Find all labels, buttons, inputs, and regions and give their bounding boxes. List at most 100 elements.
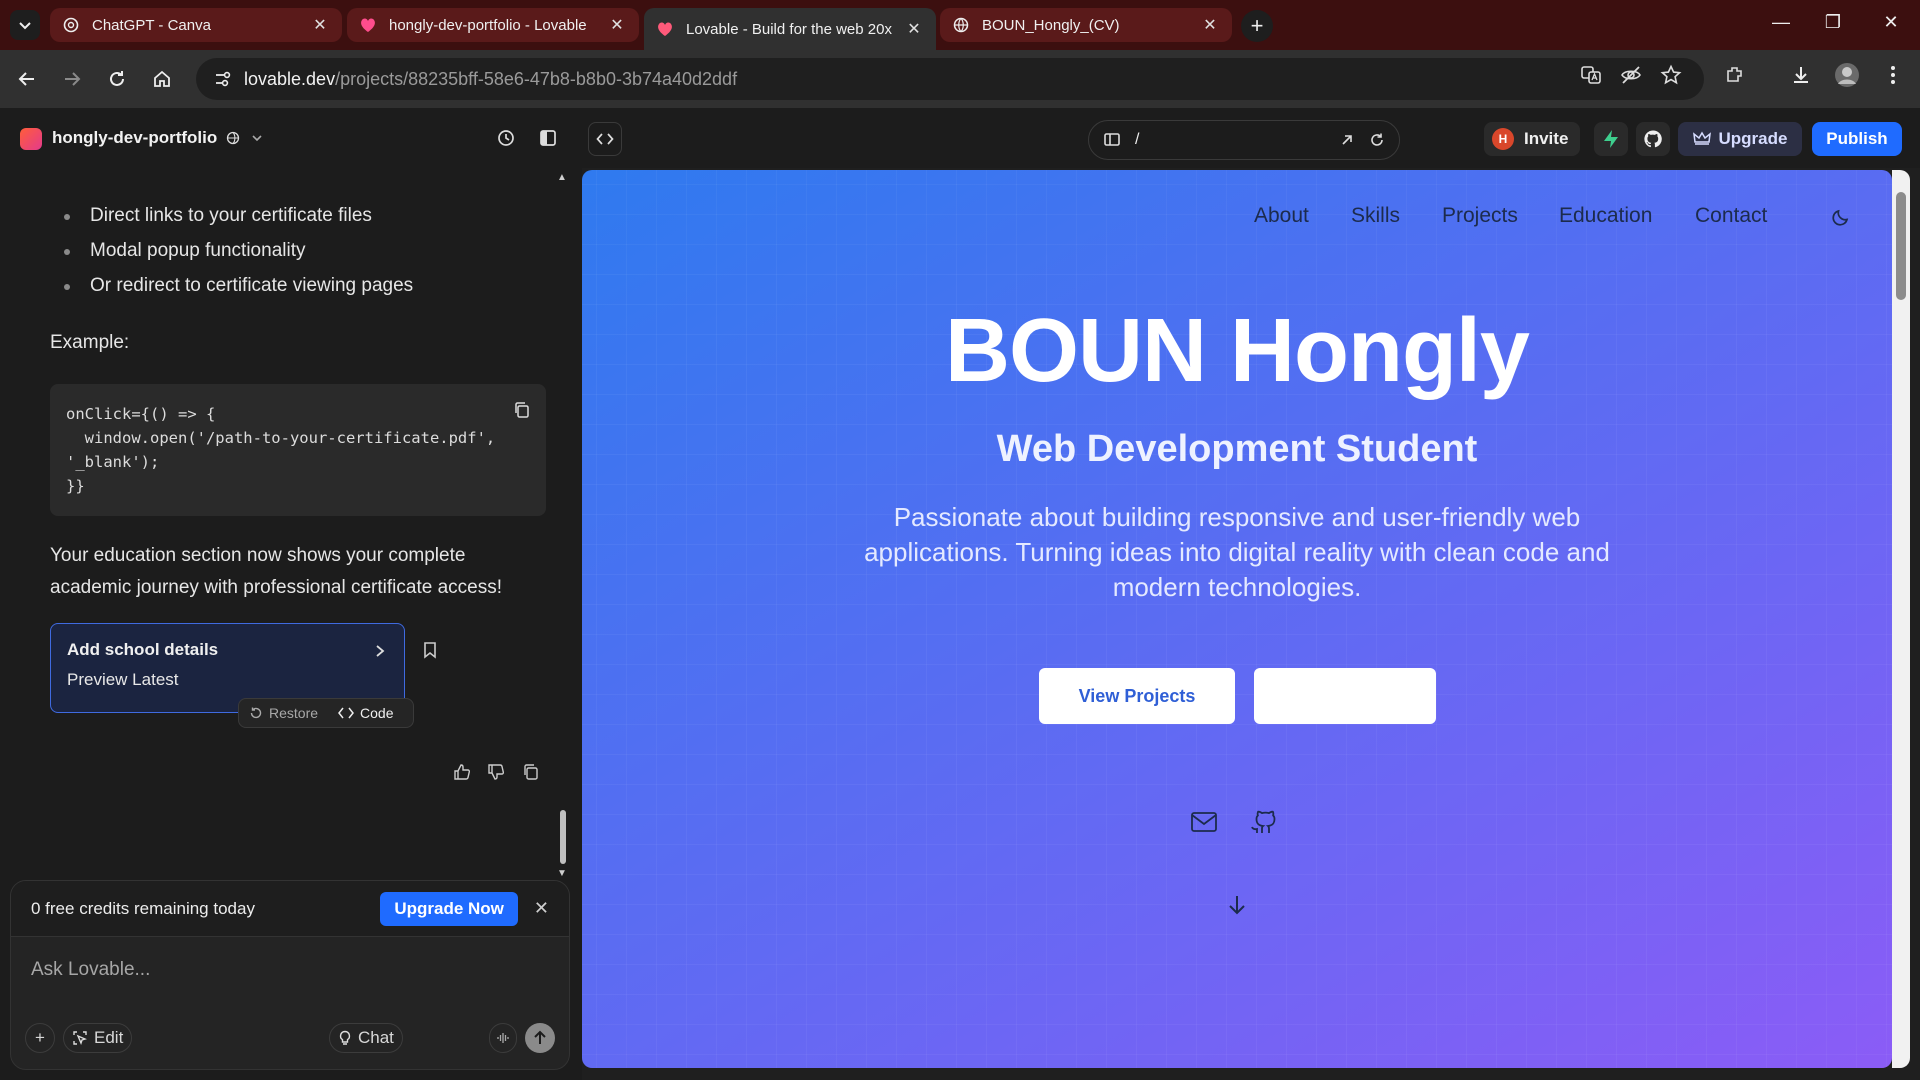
code-line: onClick={() => { (66, 405, 216, 423)
code-icon (596, 133, 614, 145)
history-button[interactable] (490, 122, 522, 154)
list-item: Direct links to your certificate files (62, 204, 413, 239)
tab-close-icon[interactable]: ✕ (904, 19, 924, 39)
puzzle-icon (1727, 67, 1742, 82)
view-code-button[interactable]: Code (338, 705, 394, 721)
home-button[interactable] (145, 62, 179, 96)
app-header: hongly-dev-portfolio / H Invite Upgrade … (0, 108, 1920, 168)
preview-scrollbar-thumb[interactable] (1896, 192, 1906, 300)
browser-tab-hongly[interactable]: hongly-dev-portfolio - Lovable ✕ (347, 8, 639, 42)
nav-link-skills[interactable]: Skills (1351, 204, 1400, 228)
more-vertical-icon (1891, 66, 1895, 84)
forward-button[interactable] (55, 62, 89, 96)
view-projects-button[interactable]: View Projects (1039, 668, 1235, 724)
list-item: Or redirect to certificate viewing pages (62, 274, 413, 309)
tracking-protection-button[interactable] (1614, 58, 1648, 92)
browser-menu-button[interactable] (1876, 58, 1910, 92)
arrow-down-icon (1229, 896, 1245, 915)
close-window-button[interactable]: ✕ (1876, 12, 1906, 33)
site-info-icon[interactable] (208, 64, 238, 94)
restore-window-button[interactable]: ❐ (1818, 12, 1848, 33)
copy-code-button[interactable] (510, 398, 534, 422)
user-avatar: H (1492, 128, 1514, 150)
crown-icon (1692, 131, 1711, 145)
route-path[interactable]: / (1135, 131, 1339, 149)
chat-scrollbar-thumb[interactable] (560, 810, 566, 864)
invite-label: Invite (1524, 129, 1569, 148)
thumbs-up-icon (454, 764, 471, 780)
tab-close-icon[interactable]: ✕ (1200, 15, 1220, 35)
restore-button[interactable]: Restore (249, 705, 318, 721)
publish-button[interactable]: Publish (1812, 122, 1902, 156)
tab-close-icon[interactable]: ✕ (310, 15, 330, 35)
extensions-button[interactable] (1718, 58, 1752, 92)
audio-waveform-icon (497, 1033, 509, 1043)
upgrade-now-button[interactable]: Upgrade Now (380, 891, 518, 926)
bookmark-star-button[interactable] (1654, 58, 1688, 92)
minimize-window-button[interactable]: — (1766, 12, 1796, 33)
supabase-button[interactable] (1594, 122, 1628, 156)
profile-avatar-icon (1835, 63, 1859, 87)
voice-input-button[interactable] (489, 1023, 517, 1053)
nav-link-about[interactable]: About (1254, 204, 1309, 228)
chat-label: Chat (358, 1028, 394, 1047)
nav-link-contact[interactable]: Contact (1695, 204, 1767, 228)
github-icon (1251, 810, 1276, 833)
new-tab-button[interactable]: + (1241, 10, 1273, 42)
thumbs-down-button[interactable] (484, 760, 508, 784)
chevron-right-icon (374, 644, 386, 663)
profile-avatar[interactable] (1830, 58, 1864, 92)
open-external-icon[interactable] (1339, 132, 1355, 148)
device-view-icon[interactable] (1103, 131, 1121, 149)
tab-close-icon[interactable]: ✕ (607, 15, 627, 35)
site-preview: About Skills Projects Education Contact … (582, 170, 1892, 1068)
project-switcher[interactable]: hongly-dev-portfolio (52, 128, 263, 148)
copy-message-button[interactable] (519, 760, 543, 784)
upgrade-button[interactable]: Upgrade (1678, 122, 1802, 156)
nav-link-education[interactable]: Education (1559, 204, 1652, 228)
github-button[interactable] (1636, 122, 1670, 156)
credits-text: 0 free credits remaining today (31, 898, 255, 918)
thumbs-up-button[interactable] (450, 760, 474, 784)
email-link[interactable] (1188, 806, 1220, 838)
reload-button[interactable] (100, 62, 134, 96)
translate-button[interactable] (1574, 58, 1608, 92)
github-link[interactable] (1248, 806, 1280, 838)
toggle-sidebar-button[interactable] (532, 122, 564, 154)
chat-scroll-down-arrow[interactable]: ▼ (557, 868, 567, 879)
history-icon (498, 130, 514, 146)
downloads-button[interactable] (1784, 58, 1818, 92)
tab-title: hongly-dev-portfolio - Lovable (389, 16, 587, 34)
browser-tab-cv[interactable]: BOUN_Hongly_(CV) ✕ (940, 8, 1232, 42)
code-line: '_blank'); (66, 453, 160, 471)
theme-toggle-button[interactable] (1828, 204, 1854, 230)
bookmark-button[interactable] (420, 638, 440, 662)
version-subtitle: Preview Latest (67, 670, 179, 689)
chevron-down-icon (252, 135, 262, 142)
send-button[interactable] (525, 1023, 555, 1053)
address-bar[interactable]: lovable.dev/projects/88235bff-58e6-47b8-… (196, 58, 1704, 100)
browser-tab-lovable[interactable]: Lovable - Build for the web 20x ✕ (644, 8, 936, 50)
preview-scrollbar[interactable] (1892, 170, 1910, 1068)
refresh-icon[interactable] (1369, 132, 1385, 148)
browser-tab-chatgpt[interactable]: ChatGPT - Canva ✕ (50, 8, 342, 42)
tab-search-button[interactable] (10, 10, 40, 40)
eye-off-icon (1621, 66, 1641, 84)
arrow-right-icon (65, 72, 81, 86)
chat-scroll-up-arrow[interactable]: ▲ (557, 172, 567, 183)
edit-mode-button[interactable]: Edit (63, 1023, 133, 1053)
restore-icon (250, 707, 262, 719)
nav-link-projects[interactable]: Projects (1442, 204, 1518, 228)
version-actions: Restore Code (238, 698, 414, 728)
chat-mode-button[interactable]: Chat (329, 1023, 403, 1053)
invite-button[interactable]: H Invite (1484, 122, 1581, 156)
chat-input[interactable]: Ask Lovable... (31, 959, 150, 981)
preview-route-bar[interactable]: / (1088, 120, 1400, 160)
secondary-cta-button[interactable] (1254, 668, 1436, 724)
add-attachment-button[interactable]: + (25, 1023, 55, 1053)
code-view-button[interactable] (588, 122, 622, 156)
back-button[interactable] (10, 62, 44, 96)
dismiss-banner-icon[interactable]: ✕ (534, 898, 549, 919)
scroll-down-button[interactable] (1222, 890, 1252, 920)
code-line: }} (66, 477, 85, 495)
